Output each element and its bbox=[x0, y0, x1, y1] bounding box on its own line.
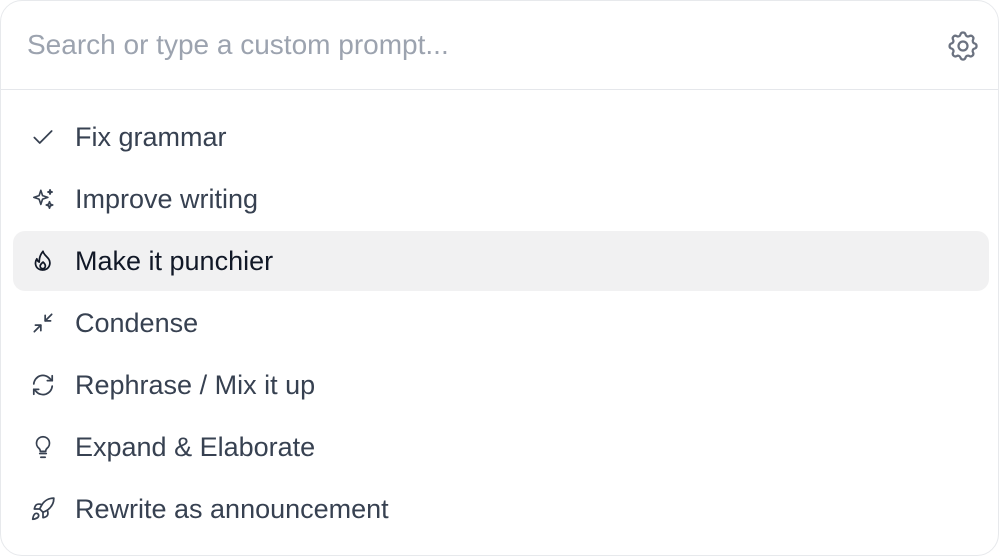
lightbulb-icon bbox=[30, 434, 56, 460]
menu-item-rephrase[interactable]: Rephrase / Mix it up bbox=[13, 355, 989, 415]
sparkles-icon bbox=[30, 186, 56, 212]
menu-item-expand[interactable]: Expand & Elaborate bbox=[13, 417, 989, 477]
search-input[interactable] bbox=[27, 23, 907, 67]
menu-item-make-it-punchier[interactable]: Make it punchier bbox=[13, 231, 989, 291]
settings-button[interactable] bbox=[943, 26, 983, 66]
menu-item-label: Rephrase / Mix it up bbox=[75, 370, 316, 400]
menu-item-label: Rewrite as announcement bbox=[75, 494, 389, 524]
rocket-icon bbox=[30, 496, 56, 522]
check-icon bbox=[30, 124, 56, 150]
menu-item-label: Fix grammar bbox=[75, 122, 227, 152]
menu-item-label: Make it punchier bbox=[75, 246, 274, 276]
menu-item-fix-grammar[interactable]: Fix grammar bbox=[13, 107, 989, 167]
menu-item-label: Improve writing bbox=[75, 184, 259, 214]
flame-icon bbox=[30, 248, 56, 274]
menu-item-label: Expand & Elaborate bbox=[75, 432, 316, 462]
menu-item-improve-writing[interactable]: Improve writing bbox=[13, 169, 989, 229]
ai-prompt-menu: Fix grammar Improve writing Make it punc… bbox=[0, 0, 999, 556]
refresh-icon bbox=[30, 372, 56, 398]
menu-item-label: Condense bbox=[75, 308, 199, 338]
menu-item-rewrite-announcement[interactable]: Rewrite as announcement bbox=[13, 479, 989, 539]
menu-item-condense[interactable]: Condense bbox=[13, 293, 989, 353]
search-bar bbox=[1, 1, 998, 90]
minimize-arrows-icon bbox=[30, 310, 56, 336]
gear-icon bbox=[945, 28, 981, 64]
prompt-menu-list: Fix grammar Improve writing Make it punc… bbox=[13, 107, 989, 541]
